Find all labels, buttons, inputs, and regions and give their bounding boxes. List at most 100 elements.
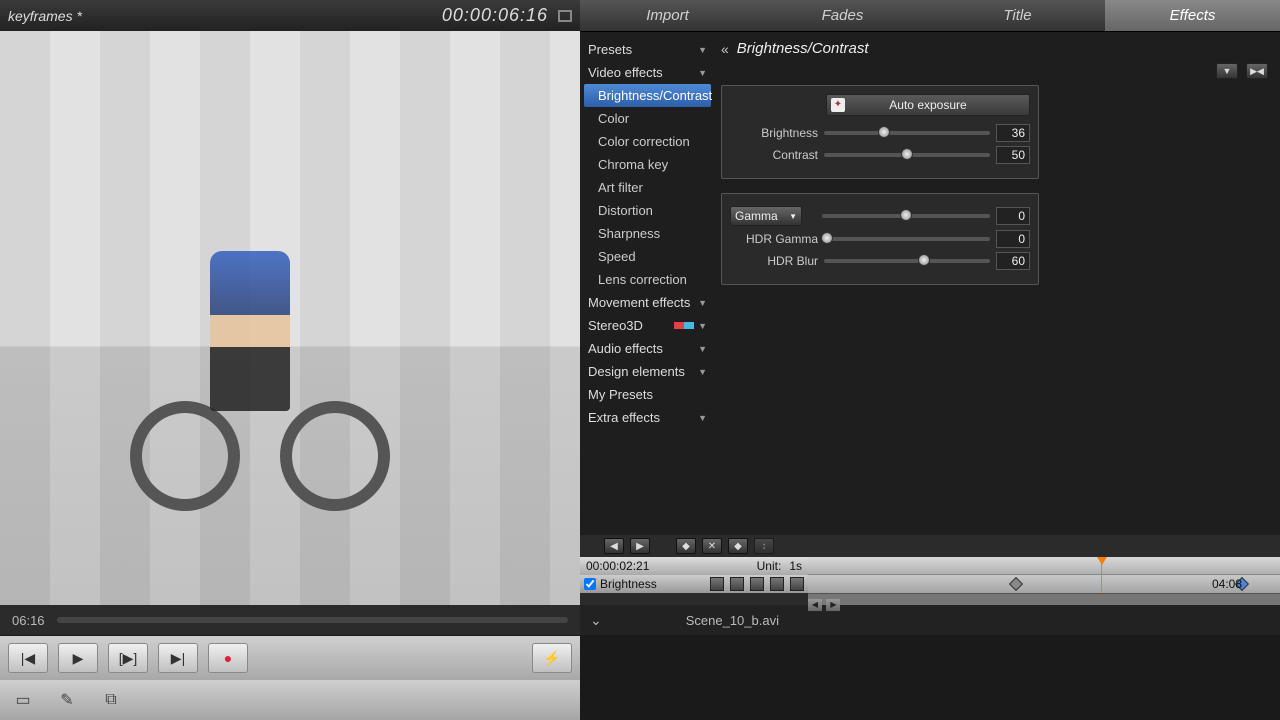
- effect-params-panel: « Brightness/Contrast ▼ ▶◀ ✦ Auto exposu…: [715, 32, 1280, 535]
- hdr-gamma-value[interactable]: 0: [996, 230, 1030, 248]
- tree-movement[interactable]: Movement effects▼: [580, 291, 715, 314]
- gamma-hdr-group: Gamma▼ 0 HDR Gamma 0 HDR Blur 60: [721, 193, 1039, 285]
- popout-icon[interactable]: [558, 10, 572, 22]
- keyframe-timeline[interactable]: 04:08 ◀ ▶: [808, 557, 1280, 605]
- tree-presets[interactable]: Presets▼: [580, 38, 715, 61]
- scroll-right-icon[interactable]: ▶: [826, 599, 840, 611]
- clip-filename: Scene_10_b.avi: [686, 613, 779, 628]
- stereo3d-icon: [674, 322, 694, 329]
- project-title: keyframes *: [8, 8, 442, 24]
- keyframe-track-lane[interactable]: [808, 575, 1280, 593]
- preview-timecode: 00:00:06:16: [442, 5, 548, 26]
- tree-design[interactable]: Design elements▼: [580, 360, 715, 383]
- tab-fades[interactable]: Fades: [755, 0, 930, 32]
- auto-exposure-button[interactable]: ✦ Auto exposure: [826, 94, 1030, 116]
- tree-extra[interactable]: Extra effects▼: [580, 406, 715, 429]
- tree-sharpness[interactable]: Sharpness: [580, 222, 715, 245]
- right-pane: Import Fades Title Effects Presets▼ Vide…: [580, 0, 1280, 635]
- tab-title[interactable]: Title: [930, 0, 1105, 32]
- kf-track-visibility-button[interactable]: [770, 577, 784, 591]
- top-tabs: Import Fades Title Effects: [580, 0, 1280, 32]
- kf-track-expand-button[interactable]: [790, 577, 804, 591]
- contrast-label: Contrast: [730, 148, 818, 162]
- kf-track-mode-a-button[interactable]: [730, 577, 744, 591]
- keyframe-hscroll[interactable]: ◀ ▶: [808, 593, 1280, 605]
- hdr-blur-value[interactable]: 60: [996, 252, 1030, 270]
- hdr-blur-label: HDR Blur: [730, 254, 818, 268]
- kf-track-enable-checkbox[interactable]: [584, 578, 596, 590]
- preview-footer: 06:16: [0, 605, 580, 635]
- tree-lens-correction[interactable]: Lens correction: [580, 268, 715, 291]
- bottom-toolbar: ▭ ✎ ⧉: [0, 680, 580, 720]
- keyframe-end-timecode: 04:08: [1212, 577, 1242, 591]
- tool-timeline-icon[interactable]: ▭: [8, 687, 38, 713]
- transport-end-button[interactable]: ▶|: [158, 643, 198, 673]
- tool-cut-icon[interactable]: ✎: [52, 687, 82, 713]
- kf-next-button[interactable]: ▶: [630, 538, 650, 554]
- keyframe-panel: ◀ ▶ ◆ ✕ ◆ ↕ 00:00:02:21 Unit:1s: [580, 535, 1280, 605]
- keyframe-ruler[interactable]: [808, 557, 1280, 575]
- tree-color-correction[interactable]: Color correction: [580, 130, 715, 153]
- tree-art-filter[interactable]: Art filter: [580, 176, 715, 199]
- tab-effects[interactable]: Effects: [1105, 0, 1280, 32]
- transport-play-button[interactable]: ▶: [58, 643, 98, 673]
- contrast-slider[interactable]: [824, 153, 990, 157]
- clip-expand-icon[interactable]: ⌄: [590, 612, 602, 629]
- tree-chroma-key[interactable]: Chroma key: [580, 153, 715, 176]
- preview-pane: keyframes * 00:00:06:16 06:16: [0, 0, 580, 635]
- transport-record-button[interactable]: ●: [208, 643, 248, 673]
- tree-stereo3d[interactable]: Stereo3D ▼: [580, 314, 715, 337]
- preview-header: keyframes * 00:00:06:16: [0, 0, 580, 31]
- hdr-blur-slider[interactable]: [824, 259, 990, 263]
- kf-track-menu-button[interactable]: [710, 577, 724, 591]
- clip-info-bar: ⌄ Scene_10_b.avi: [580, 605, 1280, 635]
- kf-prev-button[interactable]: ◀: [604, 538, 624, 554]
- preview-scrub-bar[interactable]: [57, 617, 568, 623]
- keyframe-unit-value[interactable]: 1s: [789, 559, 802, 573]
- kf-add-all-button[interactable]: ◆: [728, 538, 748, 554]
- tree-audio[interactable]: Audio effects▼: [580, 337, 715, 360]
- keyframe-timecode[interactable]: 00:00:02:21: [586, 559, 649, 573]
- gamma-channel-select[interactable]: Gamma▼: [730, 206, 802, 226]
- bottom-filler: [580, 680, 1280, 720]
- brightness-contrast-group: ✦ Auto exposure Brightness 36 Contrast 5…: [721, 85, 1039, 179]
- tool-snapshot-icon[interactable]: ⧉: [96, 687, 126, 713]
- kf-delete-button[interactable]: ✕: [702, 538, 722, 554]
- auto-exposure-badge-icon: ✦: [831, 98, 845, 112]
- brightness-slider[interactable]: [824, 131, 990, 135]
- keyframe-toolbar: ◀ ▶ ◆ ✕ ◆ ↕: [580, 535, 1280, 557]
- preview-viewport[interactable]: [0, 31, 580, 605]
- transport-prev-button[interactable]: |◀: [8, 643, 48, 673]
- kf-track-mode-b-button[interactable]: [750, 577, 764, 591]
- hdr-gamma-slider[interactable]: [824, 237, 990, 241]
- transport-bar: |◀ ▶ [▶] ▶| ● ⚡: [0, 636, 580, 680]
- effects-tree: Presets▼ Video effects▼ Brightness/Contr…: [580, 32, 715, 535]
- scroll-left-icon[interactable]: ◀: [808, 599, 822, 611]
- preview-content-placeholder: [120, 231, 420, 531]
- transport-range-play-button[interactable]: [▶]: [108, 643, 148, 673]
- tree-brightness-contrast[interactable]: Brightness/Contrast: [584, 84, 711, 107]
- hdr-gamma-label: HDR Gamma: [730, 232, 818, 246]
- tab-import[interactable]: Import: [580, 0, 755, 32]
- tree-video-effects[interactable]: Video effects▼: [580, 61, 715, 84]
- preview-footer-time: 06:16: [12, 613, 45, 628]
- kf-add-button[interactable]: ◆: [676, 538, 696, 554]
- tree-color[interactable]: Color: [580, 107, 715, 130]
- gamma-value[interactable]: 0: [996, 207, 1030, 225]
- brightness-label: Brightness: [730, 126, 818, 140]
- contrast-value[interactable]: 50: [996, 146, 1030, 164]
- kf-track-name: Brightness: [600, 577, 657, 591]
- keyframe-timecode-row: 00:00:02:21 Unit:1s: [580, 557, 808, 575]
- params-title: Brightness/Contrast: [737, 40, 869, 57]
- tree-mypresets[interactable]: My Presets: [580, 383, 715, 406]
- tree-distortion[interactable]: Distortion: [580, 199, 715, 222]
- kf-move-button[interactable]: ↕: [754, 538, 774, 554]
- keyframe-track-header: Brightness: [580, 575, 808, 593]
- preset-dropdown-button[interactable]: ▼: [1216, 63, 1238, 79]
- brightness-value[interactable]: 36: [996, 124, 1030, 142]
- compare-ab-button[interactable]: ▶◀: [1246, 63, 1268, 79]
- params-back-icon[interactable]: «: [721, 41, 729, 57]
- tree-speed[interactable]: Speed: [580, 245, 715, 268]
- gamma-slider[interactable]: [822, 214, 990, 218]
- transport-lightning-button[interactable]: ⚡: [532, 643, 572, 673]
